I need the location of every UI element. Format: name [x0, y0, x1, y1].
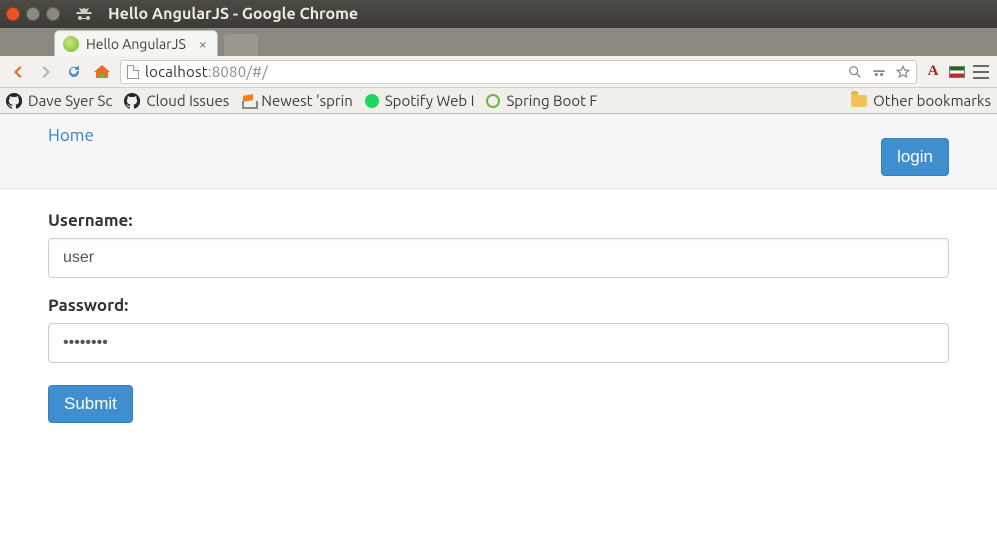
tab-close-icon[interactable]: ×	[199, 36, 207, 52]
bookmark-dave-syer[interactable]: Dave Syer Sc	[6, 92, 112, 109]
spotify-icon	[365, 94, 379, 108]
github-icon	[6, 93, 22, 109]
address-bar[interactable]: localhost:8080/#/	[120, 60, 917, 84]
page-viewport: Home login Username: Password: Submit	[0, 114, 997, 445]
incognito-icon	[73, 5, 95, 23]
username-input[interactable]	[48, 238, 949, 278]
incognito-small-icon	[872, 66, 886, 78]
back-button[interactable]	[8, 62, 28, 82]
site-info-icon[interactable]	[127, 65, 139, 79]
bookmarks-bar: Dave Syer Sc Cloud Issues Newest 'sprin …	[0, 88, 997, 114]
bookmark-label: Dave Syer Sc	[28, 92, 112, 109]
window-maximize-button[interactable]	[46, 7, 60, 21]
window-titlebar: Hello AngularJS - Google Chrome	[0, 0, 997, 28]
username-label: Username:	[48, 211, 949, 230]
tab-title: Hello AngularJS	[86, 36, 186, 52]
bookmark-spotify[interactable]: Spotify Web I	[365, 92, 475, 109]
other-bookmarks[interactable]: Other bookmarks	[851, 92, 991, 109]
app-navbar: Home login	[0, 114, 997, 189]
nav-home-link[interactable]: Home	[48, 126, 94, 145]
password-input[interactable]	[48, 323, 949, 363]
reload-button[interactable]	[64, 62, 84, 82]
bookmark-spring-boot[interactable]: Spring Boot F	[486, 92, 597, 109]
bookmark-label: Cloud Issues	[146, 92, 229, 109]
new-tab-button[interactable]	[224, 34, 258, 56]
bookmark-star-icon[interactable]	[896, 65, 910, 79]
zoom-icon[interactable]	[848, 65, 862, 79]
bookmark-label: Spotify Web I	[385, 92, 475, 109]
bookmark-label: Newest 'sprin	[261, 92, 353, 109]
browser-toolbar: localhost:8080/#/ A	[0, 56, 997, 88]
home-button[interactable]	[92, 62, 112, 82]
window-buttons	[6, 7, 60, 21]
url-display: localhost:8080/#/	[145, 63, 268, 80]
chrome-menu-icon[interactable]	[973, 65, 989, 79]
url-rest: :8080/#/	[208, 63, 268, 80]
spring-icon	[486, 94, 500, 108]
other-bookmarks-label: Other bookmarks	[873, 92, 991, 109]
forward-button[interactable]	[36, 62, 56, 82]
password-label: Password:	[48, 296, 949, 315]
stackoverflow-icon	[241, 93, 255, 109]
submit-button[interactable]: Submit	[48, 385, 133, 423]
omnibox-right	[848, 65, 910, 79]
url-host: localhost	[145, 63, 208, 80]
folder-icon	[851, 95, 867, 107]
extension-a-icon[interactable]: A	[925, 64, 941, 80]
github-icon	[124, 93, 140, 109]
bookmark-cloud-issues[interactable]: Cloud Issues	[124, 92, 229, 109]
login-button[interactable]: login	[881, 138, 949, 176]
bookmark-newest-sprin[interactable]: Newest 'sprin	[241, 92, 353, 109]
window-minimize-button[interactable]	[26, 7, 40, 21]
tab-strip: Hello AngularJS ×	[0, 28, 997, 56]
bookmark-label: Spring Boot F	[506, 92, 597, 109]
username-group: Username:	[48, 211, 949, 278]
extension-flag-icon[interactable]	[949, 64, 965, 80]
tab-active[interactable]: Hello AngularJS ×	[54, 30, 218, 56]
login-form: Username: Password: Submit	[0, 189, 997, 445]
window-title: Hello AngularJS - Google Chrome	[108, 5, 358, 23]
password-group: Password:	[48, 296, 949, 363]
tab-favicon	[63, 36, 79, 52]
window-close-button[interactable]	[6, 7, 20, 21]
